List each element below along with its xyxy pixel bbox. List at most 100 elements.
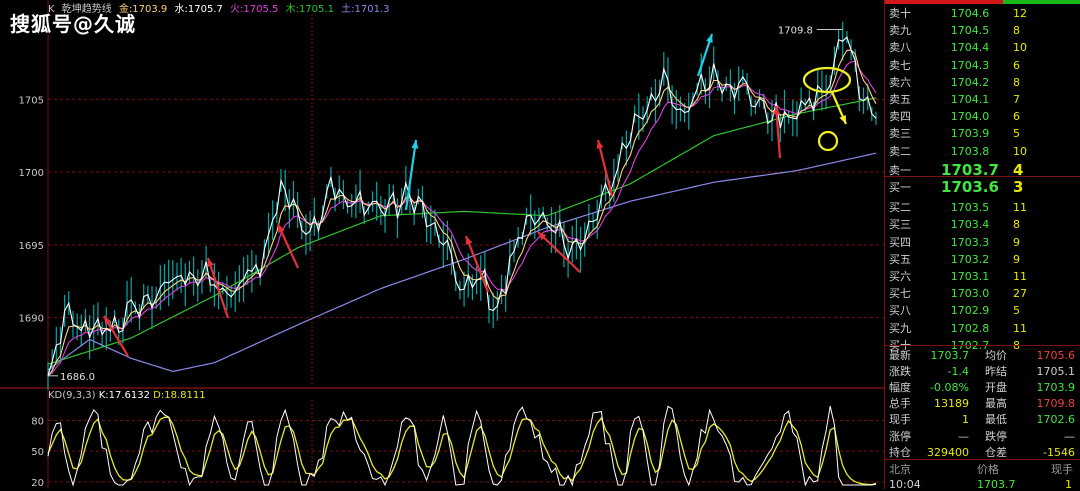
tick-time: 10:04 xyxy=(889,478,921,491)
divider xyxy=(885,345,1080,346)
stat-value: 1705.6 xyxy=(1036,349,1076,362)
ask-price: 1703.9 xyxy=(950,127,990,141)
bid-label: 买一 xyxy=(889,181,911,194)
tick-col-vol: 现手 xyxy=(1051,463,1073,476)
ask-label: 卖七 xyxy=(889,58,911,72)
ask-row: 卖七 1704.3 6 xyxy=(885,57,1080,74)
annotation-ellipse xyxy=(802,66,852,94)
bid-row: 买八 1702.9 5 xyxy=(885,302,1080,319)
stat-label: 涨停 xyxy=(889,429,911,443)
price-chart[interactable]: 1690 1695 1700 1705 20 50 80 1709.8 1686.0 xyxy=(0,0,884,489)
ask-price: 1704.1 xyxy=(950,93,990,106)
ask-price: 1703.8 xyxy=(950,144,990,158)
kd-y-tick-label: 20 xyxy=(31,478,44,489)
bid-label: 买二 xyxy=(889,201,911,215)
bid-price: 1703.6 xyxy=(941,178,999,196)
red-arrow xyxy=(537,231,581,273)
kd-header: KD(9,3,3) K:17.6132 D:18.8111 xyxy=(48,390,206,401)
stat-label: 开盘 xyxy=(985,381,1007,395)
stat-label: 均价 xyxy=(985,349,1007,362)
ask-price: 1704.0 xyxy=(950,110,990,124)
stat-label: 现手 xyxy=(889,413,911,427)
ask-label: 卖六 xyxy=(889,75,911,89)
ask-row: 卖十 1704.6 12 xyxy=(885,5,1080,22)
series-huo-line xyxy=(47,60,877,377)
stat-row: 总手 13189 最高 1709.8 xyxy=(885,396,1080,412)
ask-label: 卖四 xyxy=(889,110,911,124)
tick-table: 北京 价格 现手 10:04 1703.7 1 xyxy=(885,460,1080,491)
bid-volume: 27 xyxy=(1013,287,1027,301)
stat-label: 跌停 xyxy=(985,429,1007,443)
kd-k-value: K:17.6132 xyxy=(98,390,150,401)
series-mu-line xyxy=(47,97,877,365)
stat-value: 1703.9 xyxy=(1036,381,1076,395)
divider xyxy=(885,176,1080,177)
kd-y-tick-label: 50 xyxy=(31,447,44,458)
bid-label: 买七 xyxy=(889,287,911,301)
ask-volume: 6 xyxy=(1013,58,1020,72)
stat-value: — xyxy=(1064,429,1075,443)
ask-volume: 5 xyxy=(1013,127,1020,141)
stat-label: 总手 xyxy=(889,397,911,411)
ask-price: 1704.4 xyxy=(950,41,990,55)
low-label: 1686.0 xyxy=(60,372,95,383)
quote-panel: 卖十 1704.6 12 卖九 1704.5 8 卖八 1704.4 10 卖七 17… xyxy=(884,0,1080,491)
kd-y-tick-label: 80 xyxy=(31,416,44,427)
stat-row: 涨跌 -1.4 昨结 1705.1 xyxy=(885,364,1080,380)
stat-value: 1703.7 xyxy=(930,349,970,362)
ask-label: 卖三 xyxy=(889,127,911,141)
annotation-circle xyxy=(817,130,839,152)
chart-area[interactable]: 1690 1695 1700 1705 20 50 80 1709.8 1686.0 搜狐号@久… xyxy=(0,0,884,489)
bid-volume: 11 xyxy=(1013,321,1027,335)
bid-label: 买八 xyxy=(889,304,911,318)
stat-label: 涨跌 xyxy=(889,365,911,379)
stat-value: 1705.1 xyxy=(1036,365,1076,379)
ask-row: 卖六 1704.2 8 xyxy=(885,74,1080,91)
bid-price: 1703.3 xyxy=(950,235,990,249)
series-tu-line xyxy=(47,152,877,373)
ask-row: 卖九 1704.5 8 xyxy=(885,22,1080,39)
ask-volume: 8 xyxy=(1013,24,1020,38)
y-tick-label: 1705 xyxy=(19,95,44,106)
ask-ratio-bar xyxy=(885,0,1003,4)
bid-row: 买一 1703.6 3 xyxy=(885,179,1080,196)
ask-row: 卖八 1704.4 10 xyxy=(885,39,1080,56)
high-label: 1709.8 xyxy=(778,25,813,36)
tick-vol: 1 xyxy=(1065,478,1072,491)
ask-label: 卖五 xyxy=(889,93,911,106)
tick-col-city: 北京 xyxy=(889,463,911,476)
ask-volume: 10 xyxy=(1013,41,1027,55)
bid-volume: 9 xyxy=(1013,235,1020,249)
shui-value: 水:1705.7 xyxy=(174,4,223,15)
stat-value: 13189 xyxy=(934,397,969,411)
red-arrow-head xyxy=(465,236,473,245)
ask-label: 卖九 xyxy=(889,24,911,38)
bid-label: 买五 xyxy=(889,252,911,266)
stat-label: 最高 xyxy=(985,397,1007,411)
bid-price: 1703.0 xyxy=(950,287,990,301)
ask-row: 卖五 1704.1 7 xyxy=(885,91,1080,108)
bid-price: 1703.2 xyxy=(950,252,990,266)
stat-row: 涨停 — 跌停 — xyxy=(885,429,1080,445)
ask-row: 卖二 1703.8 10 xyxy=(885,143,1080,160)
bid-volume: 9 xyxy=(1013,252,1020,266)
bid-price: 1703.4 xyxy=(950,218,990,232)
ask-row: 卖三 1703.9 5 xyxy=(885,125,1080,142)
bid-volume: 5 xyxy=(1013,304,1020,318)
bid-label: 买三 xyxy=(889,218,911,232)
stat-label: 幅度 xyxy=(889,381,911,395)
bid-price: 1702.9 xyxy=(950,304,990,318)
ask-price: 1704.6 xyxy=(950,7,990,20)
stat-label: 昨结 xyxy=(985,365,1007,379)
indicator-header: K 乾坤趋势线 金:1703.9 水:1705.7 火:1705.5 木:170… xyxy=(48,0,393,15)
y-tick-label: 1690 xyxy=(19,314,44,325)
stat-value: 1702.6 xyxy=(1036,413,1076,427)
ask-label: 卖八 xyxy=(889,41,911,55)
bid-volume: 11 xyxy=(1013,201,1027,215)
series-shui-line xyxy=(47,36,877,376)
bid-volume: 11 xyxy=(1013,270,1027,283)
jin-value: 金:1703.9 xyxy=(118,4,168,15)
bid-volume: 3 xyxy=(1013,178,1024,196)
kd-k-line xyxy=(47,405,877,487)
ask-price: 1704.5 xyxy=(950,24,990,38)
